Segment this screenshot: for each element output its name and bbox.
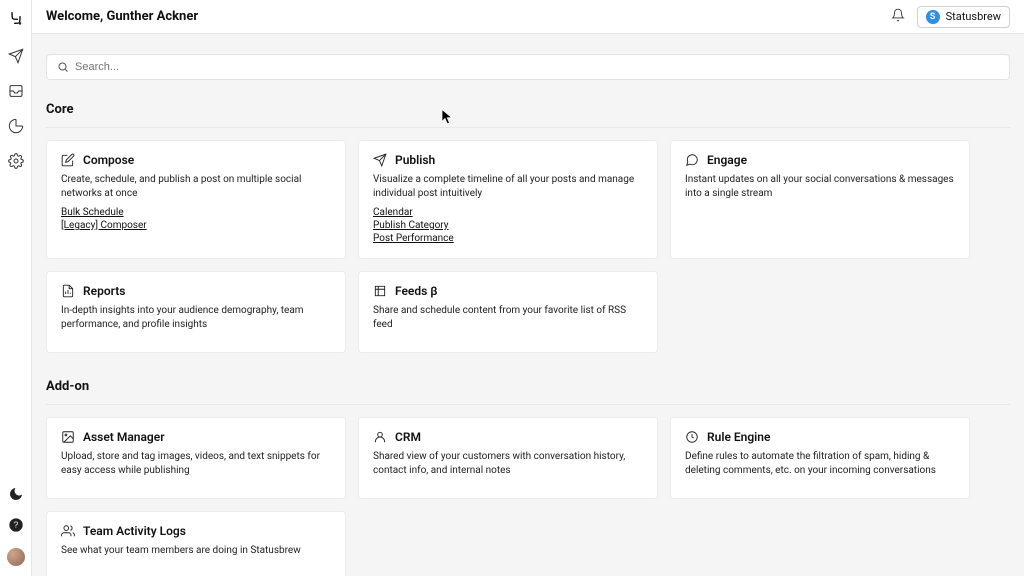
card-engage[interactable]: Engage Instant updates on all your socia… — [670, 140, 970, 259]
card-title: Engage — [707, 153, 747, 167]
user-avatar[interactable] — [7, 548, 25, 566]
card-team-activity[interactable]: Team Activity Logs See what your team me… — [46, 511, 346, 576]
theme-toggle-icon[interactable] — [8, 486, 24, 505]
publish-icon — [373, 153, 387, 167]
card-desc: Define rules to automate the filtration … — [685, 450, 955, 478]
card-title: Feeds β — [395, 284, 438, 298]
org-name: Statusbrew — [946, 10, 1001, 23]
search-icon — [57, 61, 69, 73]
link-bulk-schedule[interactable]: Bulk Schedule — [61, 207, 331, 218]
card-reports[interactable]: Reports In-depth insights into your audi… — [46, 271, 346, 353]
crm-icon — [373, 430, 387, 444]
search-box[interactable] — [46, 54, 1010, 80]
topbar: Welcome, Gunther Ackner S Statusbrew — [32, 0, 1024, 34]
section-title-addon: Add-on — [46, 379, 1010, 394]
section-title-core: Core — [46, 102, 1010, 117]
rule-icon — [685, 430, 699, 444]
card-desc: Visualize a complete timeline of all you… — [373, 173, 643, 201]
card-asset-manager[interactable]: Asset Manager Upload, store and tag imag… — [46, 417, 346, 499]
brand-logo[interactable] — [6, 8, 26, 28]
engage-icon — [685, 153, 699, 167]
reports-nav-icon[interactable] — [8, 118, 24, 137]
card-crm[interactable]: CRM Shared view of your customers with c… — [358, 417, 658, 499]
card-title: CRM — [395, 430, 421, 444]
link-legacy-composer[interactable]: [Legacy] Composer — [61, 220, 331, 231]
card-title: Reports — [83, 284, 125, 298]
compose-icon — [61, 153, 75, 167]
svg-text:?: ? — [13, 521, 18, 530]
link-publish-category[interactable]: Publish Category — [373, 220, 643, 231]
card-feeds[interactable]: Feeds β Share and schedule content from … — [358, 271, 658, 353]
org-avatar-icon: S — [926, 10, 940, 24]
card-desc: Instant updates on all your social conve… — [685, 173, 955, 201]
page-title: Welcome, Gunther Ackner — [46, 9, 198, 24]
reports-icon — [61, 284, 75, 298]
card-desc: In-depth insights into your audience dem… — [61, 304, 331, 332]
content-area: Core Compose Create, schedule, and publi… — [32, 34, 1024, 576]
card-compose[interactable]: Compose Create, schedule, and publish a … — [46, 140, 346, 259]
card-desc: See what your team members are doing in … — [61, 544, 331, 558]
card-desc: Upload, store and tag images, videos, an… — [61, 450, 331, 478]
notifications-icon[interactable] — [891, 8, 905, 25]
help-icon[interactable]: ? — [8, 517, 24, 536]
card-title: Rule Engine — [707, 430, 770, 444]
card-desc: Share and schedule content from your fav… — [373, 304, 643, 332]
inbox-nav-icon[interactable] — [8, 83, 24, 102]
card-publish[interactable]: Publish Visualize a complete timeline of… — [358, 140, 658, 259]
link-calendar[interactable]: Calendar — [373, 207, 643, 218]
settings-nav-icon[interactable] — [8, 153, 24, 172]
org-switcher[interactable]: S Statusbrew — [917, 6, 1010, 28]
feeds-icon — [373, 284, 387, 298]
publish-nav-icon[interactable] — [8, 48, 24, 67]
asset-icon — [61, 430, 75, 444]
card-desc: Shared view of your customers with conve… — [373, 450, 643, 478]
card-title: Asset Manager — [83, 430, 165, 444]
card-title: Team Activity Logs — [83, 524, 186, 538]
card-rule-engine[interactable]: Rule Engine Define rules to automate the… — [670, 417, 970, 499]
sidebar: ? — [0, 0, 32, 576]
card-title: Publish — [395, 153, 435, 167]
search-input[interactable] — [75, 61, 999, 73]
link-post-performance[interactable]: Post Performance — [373, 233, 643, 244]
card-title: Compose — [83, 153, 134, 167]
card-desc: Create, schedule, and publish a post on … — [61, 173, 331, 201]
activity-icon — [61, 524, 75, 538]
